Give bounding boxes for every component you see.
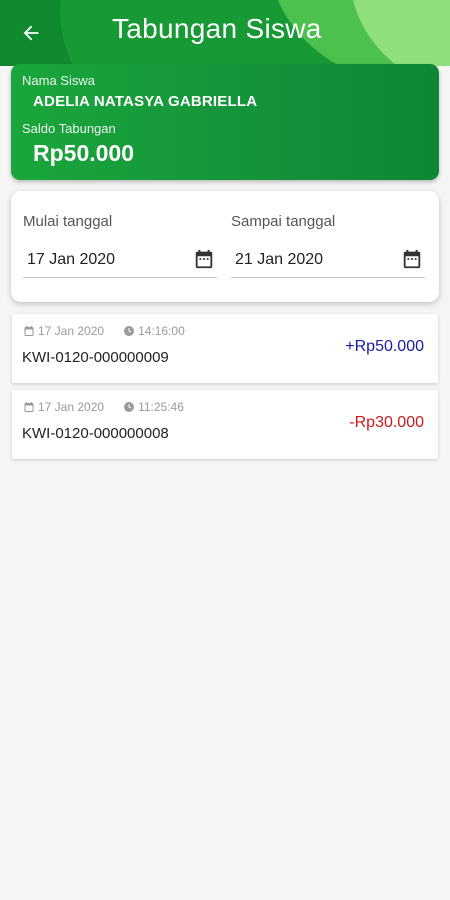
calendar-icon <box>24 402 34 412</box>
transaction-row[interactable]: 17 Jan 2020 11:25:46 KWI-0120-000000008 … <box>12 390 438 459</box>
transaction-id: KWI-0120-000000008 <box>22 425 169 442</box>
transaction-time: 14:16:00 <box>138 324 185 338</box>
student-card: Nama Siswa ADELIA NATASYA GABRIELLA Sald… <box>11 64 439 180</box>
transaction-row[interactable]: 17 Jan 2020 14:16:00 KWI-0120-000000009 … <box>12 314 438 383</box>
app-header: Tabungan Siswa <box>0 0 450 66</box>
page-title: Tabungan Siswa <box>112 13 322 44</box>
transaction-amount: -Rp30.000 <box>349 414 424 431</box>
calendar-icon <box>24 326 34 336</box>
transaction-meta: 17 Jan 2020 14:16:00 <box>23 324 185 338</box>
start-date-field[interactable]: 17 Jan 2020 <box>23 246 217 278</box>
transaction-date: 17 Jan 2020 <box>38 324 105 338</box>
end-date-field[interactable]: 21 Jan 2020 <box>231 246 425 278</box>
calendar-icon[interactable] <box>401 248 423 270</box>
transaction-time: 11:25:46 <box>138 400 184 414</box>
start-date-value: 17 Jan 2020 <box>27 251 116 268</box>
balance-value: Rp50.000 <box>33 140 135 166</box>
end-date-label: Sampai tanggal <box>231 213 336 230</box>
date-filter-card: Mulai tanggal 17 Jan 2020 Sampai tanggal… <box>11 191 439 302</box>
balance-label: Saldo Tabungan <box>22 121 116 136</box>
clock-icon <box>124 402 135 412</box>
transaction-id: KWI-0120-000000009 <box>22 349 169 366</box>
transaction-amount: +Rp50.000 <box>345 338 424 355</box>
start-date-group: Mulai tanggal 17 Jan 2020 <box>23 213 217 278</box>
student-name-label: Nama Siswa <box>22 73 95 88</box>
student-name: ADELIA NATASYA GABRIELLA <box>33 93 258 110</box>
transaction-meta: 17 Jan 2020 11:25:46 <box>23 400 184 414</box>
end-date-group: Sampai tanggal 21 Jan 2020 <box>231 213 425 278</box>
calendar-icon[interactable] <box>193 248 215 270</box>
transaction-date: 17 Jan 2020 <box>38 400 105 414</box>
clock-icon <box>124 326 135 336</box>
end-date-value: 21 Jan 2020 <box>235 251 324 268</box>
back-button[interactable] <box>14 16 48 50</box>
start-date-label: Mulai tanggal <box>23 213 113 230</box>
arrow-left-icon <box>23 25 39 41</box>
